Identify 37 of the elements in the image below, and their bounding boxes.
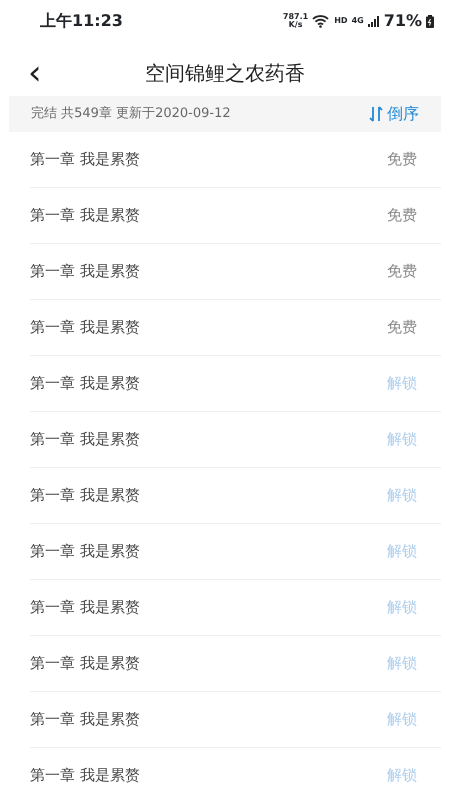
unlock-label: 解锁 bbox=[387, 541, 417, 562]
unlock-label: 解锁 bbox=[387, 373, 417, 394]
status-time: 上午11:23 bbox=[40, 10, 123, 32]
battery-icon bbox=[426, 14, 434, 28]
network-type: 4G bbox=[352, 17, 364, 25]
chapter-title[interactable]: 第一章 我是累赘 bbox=[30, 260, 140, 283]
network-speed: 787.1 bbox=[282, 13, 308, 21]
unlock-label: 解锁 bbox=[387, 485, 417, 506]
sort-icon bbox=[369, 106, 383, 122]
unlock-label: 解锁 bbox=[387, 429, 417, 450]
chapter-title[interactable]: 第一章 我是累赘 bbox=[30, 204, 140, 227]
chapter-title[interactable]: 第一章 我是累赘 bbox=[30, 428, 140, 451]
book-title: 空间锦鲤之农药香 bbox=[145, 61, 305, 85]
battery-percent: 71% bbox=[384, 10, 422, 32]
chapter-title[interactable]: 第一章 我是累赘 bbox=[30, 596, 140, 619]
network-speed-unit: K/s bbox=[288, 21, 302, 29]
chapter-title[interactable]: 第一章 我是累赘 bbox=[30, 372, 140, 395]
unlock-label: 解锁 bbox=[387, 653, 417, 674]
unlock-label: 解锁 bbox=[387, 709, 417, 730]
chapter-title[interactable]: 第一章 我是累赘 bbox=[30, 708, 140, 731]
wifi-icon bbox=[312, 14, 330, 28]
chapter-title[interactable]: 第一章 我是累赘 bbox=[30, 764, 140, 787]
chapter-title[interactable]: 第一章 我是累赘 bbox=[30, 148, 140, 171]
book-summary: 完结 共549章 更新于2020-09-12 bbox=[31, 105, 231, 124]
signal-icon bbox=[368, 16, 380, 26]
free-label: 免费 bbox=[387, 317, 417, 338]
chapter-title[interactable]: 第一章 我是累赘 bbox=[30, 316, 140, 339]
free-label: 免费 bbox=[387, 205, 417, 226]
hd-label: HD bbox=[334, 17, 348, 25]
chapter-title[interactable]: 第一章 我是累赘 bbox=[30, 540, 140, 563]
unlock-label: 解锁 bbox=[387, 765, 417, 786]
free-label: 免费 bbox=[387, 149, 417, 170]
chapter-title[interactable]: 第一章 我是累赘 bbox=[30, 484, 140, 507]
back-button[interactable]: ‹ bbox=[24, 56, 46, 90]
unlock-label: 解锁 bbox=[387, 597, 417, 618]
free-label: 免费 bbox=[387, 261, 417, 282]
chapter-title[interactable]: 第一章 我是累赘 bbox=[30, 652, 140, 675]
